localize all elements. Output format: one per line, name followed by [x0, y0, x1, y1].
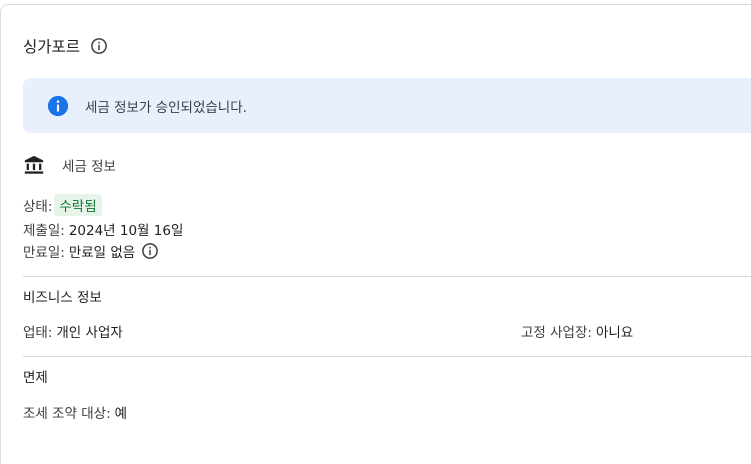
treaty-value: 예 — [114, 406, 128, 422]
status-row: 상태: 수락됨 — [23, 194, 102, 216]
expiry-label: 만료일: — [23, 245, 65, 261]
treaty-row: 조세 조약 대상: 예 — [23, 402, 127, 422]
fixed-place-row: 고정 사업장: 아니요 — [521, 321, 633, 341]
business-type-value: 개인 사업자 — [56, 325, 123, 341]
submitted-label: 제출일: — [23, 223, 65, 239]
expiry-value: 만료일 없음 — [68, 245, 136, 261]
tax-section-header: 세금 정보 — [23, 154, 116, 176]
approval-banner: 세금 정보가 승인되었습니다. — [23, 78, 751, 133]
business-section-title: 비즈니스 정보 — [23, 290, 102, 306]
section-divider — [23, 276, 751, 277]
section-divider — [23, 356, 751, 357]
business-type-row: 업태: 개인 사업자 — [23, 321, 123, 341]
country-title: 싱가포르 — [23, 38, 81, 56]
info-outline-icon[interactable] — [90, 37, 108, 55]
status-label: 상태: — [23, 199, 53, 215]
business-type-label: 업태: — [23, 325, 53, 341]
info-outline-icon[interactable] — [141, 242, 159, 260]
status-badge: 수락됨 — [54, 194, 102, 216]
bank-icon — [23, 154, 45, 176]
fixed-place-value: 아니요 — [595, 325, 634, 341]
tax-info-card: 싱가포르 세금 정보가 승인되었습니다. 세금 정보 상태: 수락됨 제출일: … — [0, 4, 751, 464]
info-filled-icon — [47, 95, 69, 117]
fixed-place-label: 고정 사업장: — [521, 325, 592, 341]
country-header: 싱가포르 — [23, 35, 108, 57]
treaty-label: 조세 조약 대상: — [23, 406, 111, 422]
tax-section-title: 세금 정보 — [62, 159, 116, 175]
submitted-value: 2024년 10월 16일 — [68, 223, 184, 239]
submitted-row: 제출일: 2024년 10월 16일 — [23, 219, 183, 239]
banner-message: 세금 정보가 승인되었습니다. — [85, 99, 247, 116]
expiry-row: 만료일: 만료일 없음 — [23, 241, 159, 261]
exemption-section-title: 면제 — [23, 370, 48, 386]
